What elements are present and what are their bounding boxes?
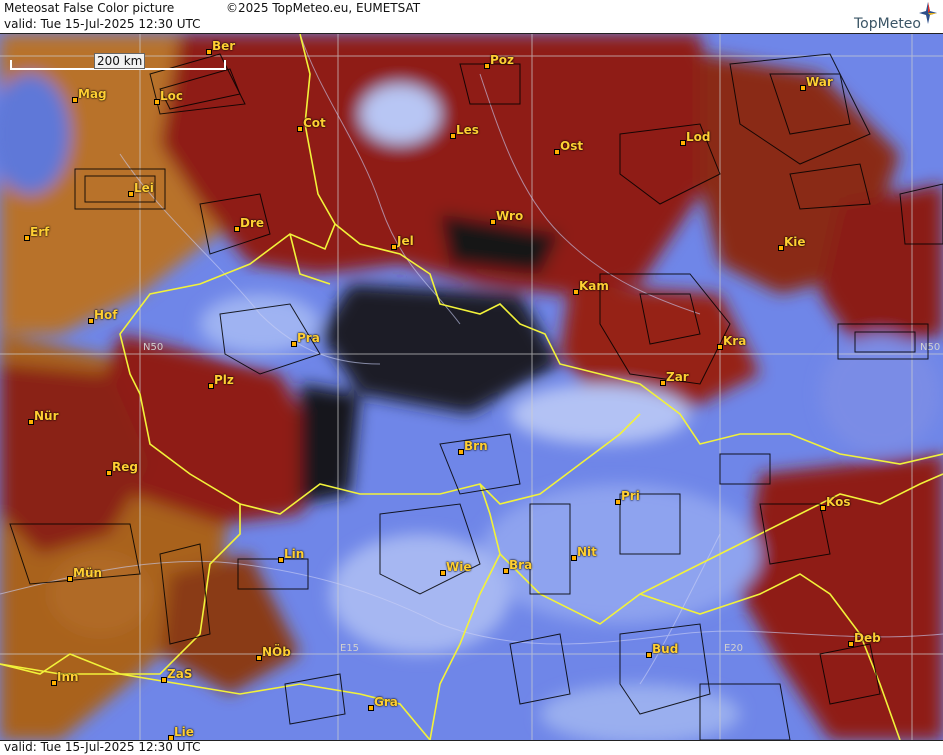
city-label: Les bbox=[456, 123, 479, 137]
city-label: NÖb bbox=[262, 645, 291, 659]
city-label: Kie bbox=[784, 235, 806, 249]
scale-bar: 200 km bbox=[10, 53, 226, 70]
copyright-text: ©2025 TopMeteo.eu, EUMETSAT bbox=[226, 1, 421, 15]
city-marker[interactable]: Kie bbox=[778, 235, 806, 251]
city-marker[interactable]: Pri bbox=[615, 489, 640, 505]
city-marker[interactable]: Jel bbox=[391, 234, 414, 250]
city-marker[interactable]: Bud bbox=[646, 642, 679, 658]
city-label: Plz bbox=[214, 373, 234, 387]
city-marker[interactable]: Les bbox=[450, 123, 479, 139]
valid-time: valid: Tue 15-Jul-2025 12:30 UTC bbox=[4, 17, 201, 31]
grid-label-e15: E15 bbox=[340, 643, 360, 654]
scale-label: 200 km bbox=[94, 53, 146, 69]
city-marker[interactable]: Deb bbox=[848, 631, 881, 647]
city-marker[interactable]: NÖb bbox=[256, 645, 291, 661]
city-marker[interactable]: Ost bbox=[554, 139, 584, 155]
city-marker[interactable]: War bbox=[800, 75, 833, 91]
city-label: Inn bbox=[57, 670, 79, 684]
city-marker[interactable]: Kos bbox=[820, 495, 851, 511]
satellite-image: 200 km N50 N50 E15 E20 Ber Poz Mag Loc W… bbox=[0, 34, 943, 740]
map-title: Meteosat False Color picture bbox=[4, 1, 175, 15]
city-marker[interactable]: Nit bbox=[571, 545, 597, 561]
city-marker[interactable]: Cot bbox=[297, 116, 326, 132]
city-label: Dre bbox=[240, 216, 265, 230]
city-label: Brn bbox=[464, 439, 488, 453]
city-label: Nür bbox=[34, 409, 59, 423]
city-marker[interactable]: Mün bbox=[67, 566, 103, 582]
city-label: Gra bbox=[374, 695, 398, 709]
city-marker[interactable]: Plz bbox=[208, 373, 234, 389]
map-viewer: Meteosat False Color picture valid: Tue … bbox=[0, 0, 943, 755]
city-marker[interactable]: Bra bbox=[503, 558, 533, 574]
city-label: Zar bbox=[666, 370, 689, 384]
city-label: Lie bbox=[174, 725, 194, 739]
city-label: Jel bbox=[397, 234, 414, 248]
city-label: Nit bbox=[577, 545, 597, 559]
grid-label-n50-left: N50 bbox=[143, 342, 164, 353]
city-marker[interactable]: Loc bbox=[154, 89, 184, 105]
city-marker[interactable]: Hof bbox=[88, 308, 118, 324]
city-label: Deb bbox=[854, 631, 881, 645]
city-label: Reg bbox=[112, 460, 138, 474]
city-label: Mag bbox=[78, 87, 107, 101]
city-label: Mün bbox=[73, 566, 103, 580]
city-marker[interactable]: ZaS bbox=[161, 667, 193, 683]
city-marker[interactable]: Gra bbox=[368, 695, 398, 711]
map-footer: valid: Tue 15-Jul-2025 12:30 UTC bbox=[0, 740, 943, 755]
city-marker[interactable]: Kam bbox=[573, 279, 609, 295]
city-label: Kra bbox=[723, 334, 747, 348]
city-marker[interactable]: Ber bbox=[206, 39, 236, 55]
city-marker[interactable]: Nür bbox=[28, 409, 59, 425]
city-marker[interactable]: Pra bbox=[291, 331, 320, 347]
logo-star-icon bbox=[919, 2, 937, 24]
city-label: Lod bbox=[686, 130, 711, 144]
map-header: Meteosat False Color picture valid: Tue … bbox=[0, 0, 943, 34]
city-label: Ber bbox=[212, 39, 236, 53]
city-label: Wie bbox=[446, 560, 472, 574]
city-label: Bud bbox=[652, 642, 679, 656]
city-label: Lei bbox=[134, 181, 154, 195]
city-label: Hof bbox=[94, 308, 118, 322]
city-marker[interactable]: Inn bbox=[51, 670, 79, 686]
city-label: Erf bbox=[30, 225, 50, 239]
false-color-layer bbox=[0, 34, 943, 740]
city-marker[interactable]: Erf bbox=[24, 225, 50, 241]
topmeteo-logo: TopMeteo bbox=[837, 2, 937, 32]
city-label: Cot bbox=[303, 116, 326, 130]
grid-label-e20: E20 bbox=[724, 643, 744, 654]
city-label: Loc bbox=[160, 89, 184, 103]
city-label: Poz bbox=[490, 53, 515, 67]
grid-label-n50-right: N50 bbox=[920, 342, 941, 353]
city-label: Ost bbox=[560, 139, 584, 153]
city-marker[interactable]: Wro bbox=[490, 209, 524, 225]
city-marker[interactable]: Mag bbox=[72, 87, 107, 103]
city-label: Kos bbox=[826, 495, 851, 509]
city-label: Lin bbox=[284, 547, 305, 561]
city-label: Bra bbox=[509, 558, 533, 572]
city-label: ZaS bbox=[167, 667, 193, 681]
footer-valid-time: valid: Tue 15-Jul-2025 12:30 UTC bbox=[4, 740, 201, 754]
city-marker[interactable]: Lin bbox=[278, 547, 305, 563]
city-marker[interactable]: Zar bbox=[660, 370, 689, 386]
city-marker[interactable]: Lie bbox=[168, 725, 194, 740]
city-label: War bbox=[806, 75, 833, 89]
city-marker[interactable]: Lei bbox=[128, 181, 154, 197]
city-marker[interactable]: Brn bbox=[458, 439, 488, 455]
city-marker[interactable]: Lod bbox=[680, 130, 711, 146]
city-marker[interactable]: Dre bbox=[234, 216, 265, 232]
city-marker[interactable]: Poz bbox=[484, 53, 515, 69]
city-label: Pri bbox=[621, 489, 640, 503]
city-marker[interactable]: Wie bbox=[440, 560, 472, 576]
city-label: Wro bbox=[496, 209, 524, 223]
city-marker[interactable]: Reg bbox=[106, 460, 138, 476]
city-label: Pra bbox=[297, 331, 320, 345]
city-label: Kam bbox=[579, 279, 609, 293]
city-marker[interactable]: Kra bbox=[717, 334, 747, 350]
logo-text: TopMeteo bbox=[854, 16, 921, 32]
